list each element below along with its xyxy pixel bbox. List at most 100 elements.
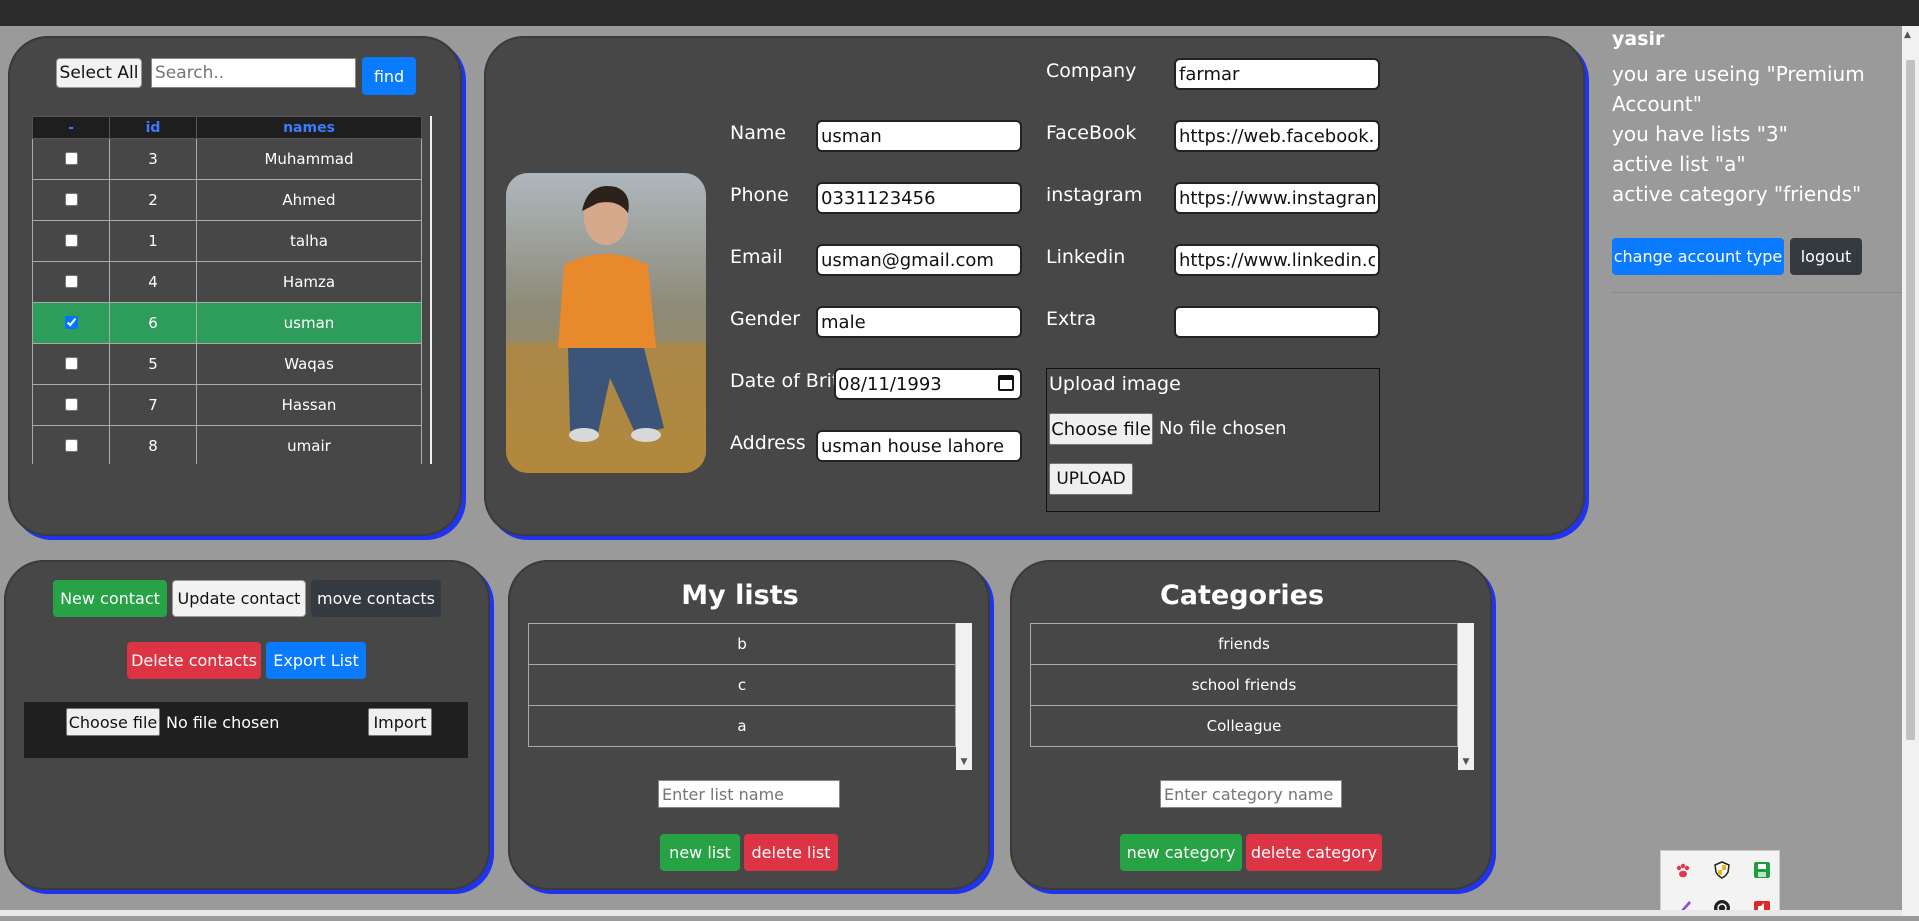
shield-icon[interactable] — [1713, 861, 1731, 879]
category-item[interactable]: Colleague — [1030, 705, 1458, 747]
list-item[interactable]: a — [528, 705, 956, 747]
import-bar: Choose file No file chosen Import — [24, 702, 468, 758]
paw-icon[interactable] — [1675, 863, 1691, 879]
upload-image-box: Upload image Choose file No file chosen … — [1046, 368, 1380, 512]
new-contact-button[interactable]: New contact — [53, 580, 167, 617]
phone-field[interactable] — [816, 182, 1022, 214]
categories-scrollbar[interactable] — [1458, 623, 1474, 770]
row-checkbox[interactable] — [65, 439, 78, 452]
table-row[interactable]: 2 Ahmed — [32, 179, 422, 221]
upload-choose-file-button[interactable]: Choose file — [1049, 413, 1153, 445]
categories-title: Categories — [1159, 580, 1325, 611]
lists-scrollbar[interactable] — [956, 623, 972, 770]
row-name: Hassan — [196, 384, 422, 426]
save-icon[interactable] — [1753, 861, 1771, 879]
category-item[interactable]: school friends — [1030, 664, 1458, 706]
contacts-table: - id names 3 Muhammad 2 Ahmed 1 talha 4 Hamza 6 u… — [32, 116, 422, 464]
extra-field[interactable] — [1174, 306, 1380, 338]
row-checkbox[interactable] — [65, 398, 78, 411]
dob-value: 08/11/1993 — [838, 374, 942, 395]
account-type-line-1: you are useing "Premium — [1612, 62, 1865, 86]
row-name: usman — [196, 302, 422, 344]
delete-contacts-button[interactable]: Delete contacts — [127, 642, 261, 679]
category-item-label: Colleague — [1030, 705, 1458, 747]
search-input[interactable] — [151, 58, 356, 88]
find-button[interactable]: find — [362, 57, 416, 95]
move-contacts-button[interactable]: move contacts — [311, 580, 441, 617]
name-field[interactable] — [816, 120, 1022, 152]
list-item[interactable]: b — [528, 623, 956, 665]
logout-button[interactable]: logout — [1790, 238, 1862, 275]
scroll-up-icon[interactable]: ▲ — [431, 118, 432, 128]
table-row[interactable]: 3 Muhammad — [32, 138, 422, 180]
row-checkbox[interactable] — [65, 357, 78, 370]
address-field[interactable] — [816, 430, 1022, 462]
upload-button[interactable]: UPLOAD — [1049, 463, 1133, 495]
tray-overflow-popup — [1660, 850, 1780, 916]
upload-image-title: Upload image — [1049, 373, 1181, 395]
select-all-button[interactable]: Select All — [56, 58, 142, 88]
row-id: 7 — [109, 384, 197, 426]
row-name: Muhammad — [196, 138, 422, 180]
instagram-field[interactable] — [1174, 182, 1380, 214]
facebook-field[interactable] — [1174, 120, 1380, 152]
row-id: 3 — [109, 138, 197, 180]
email-field[interactable] — [816, 244, 1022, 276]
table-row[interactable]: 8 umair — [32, 425, 422, 464]
user-divider — [1612, 292, 1902, 293]
new-list-button[interactable]: new list — [660, 834, 740, 871]
category-item[interactable]: friends — [1030, 623, 1458, 665]
lists-title: My lists — [681, 580, 799, 611]
import-button[interactable]: Import — [368, 708, 432, 736]
table-row[interactable]: 4 Hamza — [32, 261, 422, 303]
column-header-names: names — [196, 116, 422, 139]
company-label: Company — [1046, 60, 1137, 82]
table-row[interactable]: 5 Waqas — [32, 343, 422, 385]
row-id: 8 — [109, 425, 197, 464]
table-row[interactable]: 1 talha — [32, 220, 422, 262]
lists-count-text: you have lists "3" — [1612, 122, 1788, 146]
list-item[interactable]: c — [528, 664, 956, 706]
lists-box: bca ▲ ▼ — [528, 623, 974, 770]
row-checkbox[interactable] — [65, 152, 78, 165]
import-choose-file-button[interactable]: Choose file — [66, 708, 160, 736]
table-row[interactable]: 7 Hassan — [32, 384, 422, 426]
company-field[interactable] — [1174, 58, 1380, 90]
table-row[interactable]: 6 usman — [32, 302, 422, 344]
import-no-file-text: No file chosen — [166, 713, 280, 732]
dob-field[interactable]: 08/11/1993 — [834, 368, 1022, 400]
row-checkbox-cell — [32, 179, 110, 221]
delete-list-button[interactable]: delete list — [744, 834, 838, 871]
categories-table: friends school friends Colleague — [1030, 623, 1458, 747]
categories-scroll-down-icon[interactable]: ▼ — [1459, 757, 1473, 767]
delete-category-button[interactable]: delete category — [1246, 834, 1382, 871]
row-name: Ahmed — [196, 179, 422, 221]
row-checkbox[interactable] — [65, 275, 78, 288]
page-scrollbar-thumb[interactable] — [1906, 60, 1915, 740]
list-item-label: b — [528, 623, 956, 665]
new-category-button[interactable]: new category — [1120, 834, 1242, 871]
linkedin-field[interactable] — [1174, 244, 1380, 276]
row-checkbox[interactable] — [65, 234, 78, 247]
lists-scroll-down-icon[interactable]: ▼ — [957, 757, 971, 767]
change-account-type-button[interactable]: change account type — [1612, 238, 1784, 275]
scroll-down-icon[interactable]: ▼ — [431, 450, 432, 460]
phone-label: Phone — [730, 184, 789, 206]
row-checkbox[interactable] — [65, 193, 78, 206]
page-scroll-up-icon[interactable]: ▲ — [1904, 30, 1911, 40]
calendar-icon[interactable] — [998, 375, 1014, 391]
name-label: Name — [730, 122, 787, 144]
row-checkbox[interactable] — [65, 316, 78, 329]
gender-field[interactable] — [816, 306, 1022, 338]
extra-label: Extra — [1046, 308, 1097, 330]
row-name: talha — [196, 220, 422, 262]
contacts-scrollbar[interactable] — [430, 116, 432, 464]
row-id: 6 — [109, 302, 197, 344]
list-item-label: c — [528, 664, 956, 706]
row-id: 4 — [109, 261, 197, 303]
export-list-button[interactable]: Export List — [266, 642, 366, 679]
row-checkbox-cell — [32, 220, 110, 262]
list-name-input[interactable] — [658, 780, 840, 808]
category-name-input[interactable] — [1160, 780, 1342, 808]
update-contact-button[interactable]: Update contact — [172, 580, 306, 617]
